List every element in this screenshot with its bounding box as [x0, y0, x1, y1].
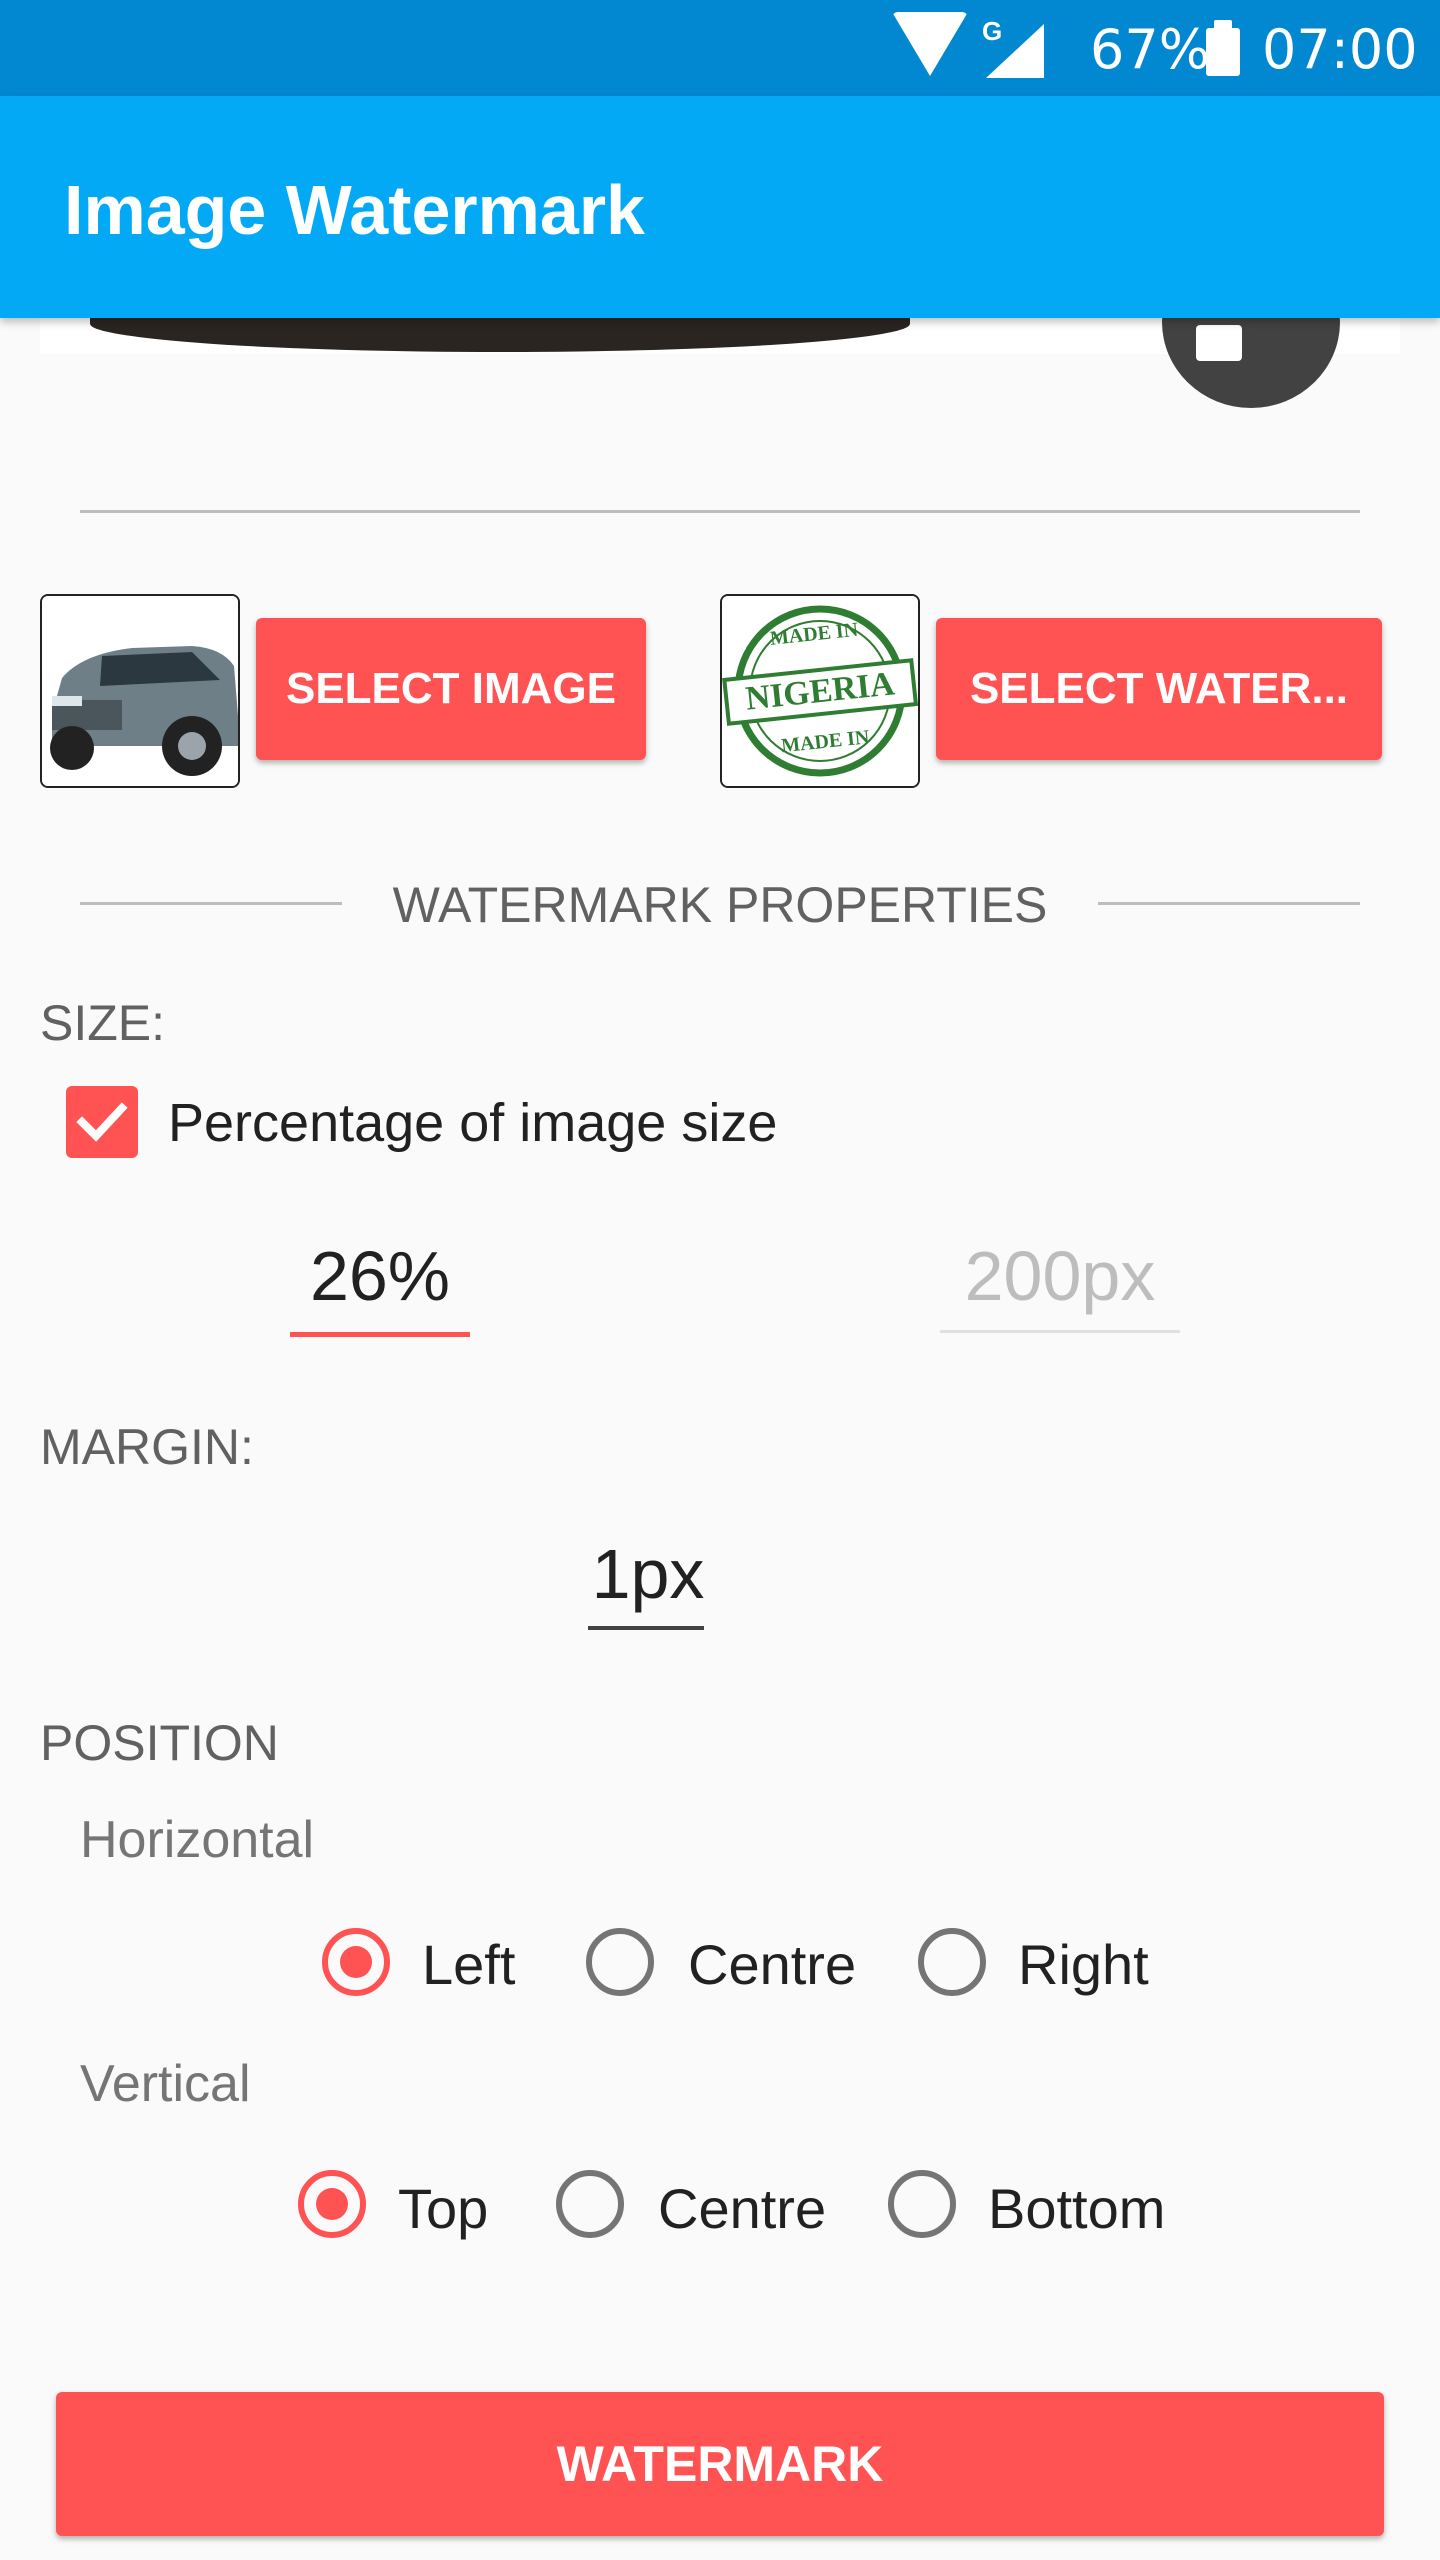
save-icon	[1196, 325, 1242, 361]
save-icon-detail	[1242, 328, 1266, 352]
select-watermark-button[interactable]: SELECT WATER...	[936, 618, 1382, 760]
wifi-icon	[892, 12, 968, 76]
image-thumbnail	[40, 594, 240, 788]
radio-vertical-bottom-label[interactable]: Bottom	[988, 2176, 1165, 2241]
radio-horizontal-left[interactable]	[322, 1928, 390, 1996]
percentage-checkbox-label[interactable]: Percentage of image size	[168, 1092, 777, 1154]
radio-vertical-top-label[interactable]: Top	[398, 2176, 488, 2241]
battery-percent: 67%	[1090, 18, 1211, 81]
watermark-thumbnail: MADE IN NIGERIA MADE IN	[720, 594, 920, 788]
horizontal-label: Horizontal	[80, 1811, 315, 1869]
radio-horizontal-centre[interactable]	[586, 1928, 654, 1996]
watermark-stamp-image: MADE IN NIGERIA MADE IN	[722, 596, 918, 786]
radio-horizontal-left-label[interactable]: Left	[422, 1932, 515, 1997]
section-line-left	[80, 902, 342, 905]
app-title: Image Watermark	[64, 171, 645, 249]
radio-vertical-centre-label[interactable]: Centre	[658, 2176, 826, 2241]
radio-vertical-bottom[interactable]	[888, 2170, 956, 2238]
app-bar: Image Watermark	[0, 96, 1440, 318]
radio-vertical-top[interactable]	[298, 2170, 366, 2238]
position-label: POSITION	[40, 1715, 279, 1771]
watermark-button[interactable]: WATERMARK	[56, 2392, 1384, 2536]
section-title: WATERMARK PROPERTIES	[392, 877, 1048, 933]
margin-underline	[588, 1626, 704, 1630]
pixel-size-input[interactable]: 200px	[940, 1236, 1180, 1316]
percent-size-input[interactable]: 26%	[290, 1236, 470, 1316]
select-image-button[interactable]: SELECT IMAGE	[256, 618, 646, 760]
car-image	[42, 596, 238, 786]
radio-vertical-centre[interactable]	[556, 2170, 624, 2238]
percentage-checkbox[interactable]	[66, 1086, 138, 1158]
divider	[80, 510, 1360, 513]
vertical-label: Vertical	[80, 2055, 251, 2113]
section-line-right	[1098, 902, 1360, 905]
signal-icon	[986, 24, 1044, 78]
radio-horizontal-centre-label[interactable]: Centre	[688, 1932, 856, 1997]
radio-horizontal-right[interactable]	[918, 1928, 986, 1996]
margin-input[interactable]: 1px	[588, 1534, 708, 1614]
check-icon	[76, 1102, 128, 1142]
clock: 07:00	[1262, 18, 1418, 81]
margin-label: MARGIN:	[40, 1419, 254, 1475]
radio-horizontal-right-label[interactable]: Right	[1018, 1932, 1149, 1997]
percent-size-underline	[290, 1332, 470, 1337]
size-label: SIZE:	[40, 995, 166, 1051]
battery-icon-body	[1206, 28, 1240, 76]
pixel-size-underline	[940, 1330, 1180, 1333]
